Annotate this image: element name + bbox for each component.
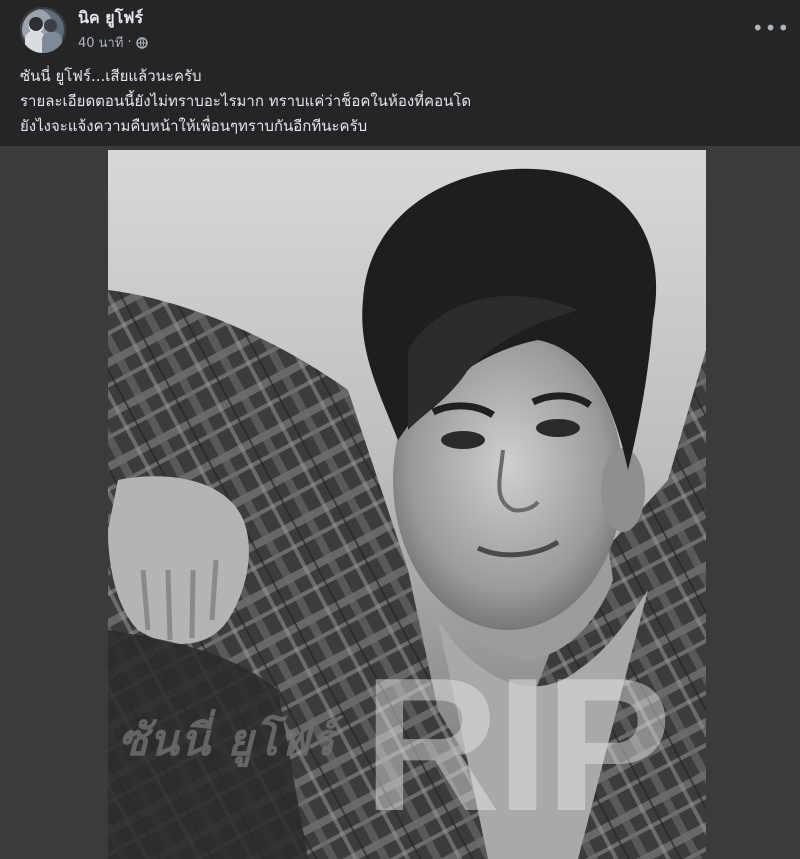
photo-overlay-rip: RIP — [363, 639, 672, 851]
globe-icon[interactable] — [135, 36, 148, 49]
photo-overlay-name: ซันนี่ ยูโฟร์ — [118, 715, 336, 766]
post-photo[interactable]: ซันนี่ ยูโฟร์ RIP — [108, 150, 706, 859]
post-text-line: รายละเอียดตอนนี้ยังไม่ทราบอะไรมาก ทราบแค… — [20, 92, 472, 110]
post-text-line: ซันนี่ ยูโฟร์...เสียแล้วนะครับ — [20, 67, 202, 85]
author-name[interactable]: นิค ยูโฟร์ — [78, 6, 143, 31]
more-options-button[interactable]: ••• — [752, 16, 789, 40]
post-timestamp[interactable]: 40 นาที — [78, 32, 123, 53]
post-header: นิค ยูโฟร์ 40 นาที · ••• — [0, 0, 800, 60]
post-text-line: ยังไงจะแจ้งความคืบหน้าให้เพื่อนๆทราบกันอ… — [20, 117, 368, 135]
post-text: ซันนี่ ยูโฟร์...เสียแล้วนะครับ รายละเอีย… — [20, 64, 780, 139]
meta-separator: · — [127, 35, 132, 50]
more-options-icon: ••• — [751, 16, 791, 40]
author-avatar[interactable] — [20, 7, 66, 53]
post-meta: 40 นาที · — [78, 32, 148, 53]
